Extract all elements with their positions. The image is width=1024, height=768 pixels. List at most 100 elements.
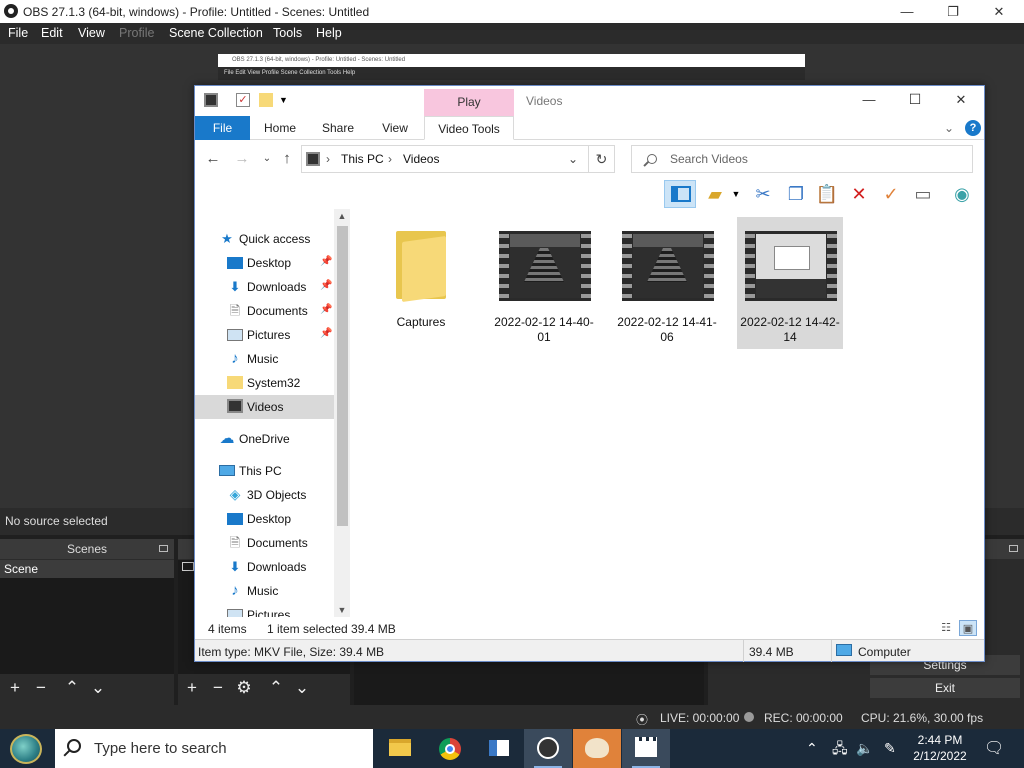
properties-folder-icon[interactable]: ▰: [703, 182, 727, 206]
customize-qat-icon[interactable]: ▼: [279, 93, 293, 107]
taskbar-video-player[interactable]: [622, 729, 670, 768]
move-up-icon[interactable]: ⌃: [266, 678, 286, 698]
minimize-button[interactable]: —: [884, 0, 930, 23]
exit-button[interactable]: Exit: [870, 678, 1020, 698]
large-icons-view-icon[interactable]: ▣: [959, 620, 977, 636]
explorer-close-button[interactable]: ✕: [938, 88, 984, 114]
pin-icon[interactable]: 📌: [320, 280, 332, 291]
nav-this-pc[interactable]: This PC: [195, 459, 334, 483]
address-dropdown-icon[interactable]: ⌄: [568, 152, 578, 166]
cut-icon[interactable]: ✂: [751, 182, 775, 206]
scroll-up-icon[interactable]: ▲: [334, 209, 350, 223]
tab-play[interactable]: Play: [424, 89, 514, 116]
gear-icon[interactable]: ⚙: [234, 678, 254, 698]
taskbar-paint[interactable]: [573, 729, 621, 768]
menu-help[interactable]: Help: [316, 26, 342, 40]
explorer-maximize-button[interactable]: ☐: [892, 88, 938, 114]
move-down-icon[interactable]: ⌄: [292, 678, 312, 698]
pin-icon[interactable]: 📌: [320, 256, 332, 267]
scene-item[interactable]: Scene: [0, 560, 174, 578]
rename-check-icon[interactable]: ✓: [879, 182, 903, 206]
notifications-icon[interactable]: 🗨: [984, 729, 1004, 768]
menu-file[interactable]: File: [8, 26, 28, 40]
taskbar-search-box[interactable]: Type here to search: [55, 729, 373, 768]
nav-music[interactable]: ♪ Music: [195, 347, 334, 371]
move-down-icon[interactable]: ⌄: [88, 678, 108, 698]
preview-pane-icon[interactable]: [664, 180, 696, 208]
add-scene-icon[interactable]: +: [5, 678, 25, 698]
taskbar-app-window[interactable]: [475, 729, 523, 768]
nav-pc-desktop[interactable]: Desktop: [195, 507, 334, 531]
recent-locations-icon[interactable]: ⌄: [258, 150, 276, 168]
file-item-folder[interactable]: Captures: [368, 217, 474, 349]
breadcrumb-videos[interactable]: Videos: [403, 152, 439, 166]
delete-icon[interactable]: ✕: [847, 182, 871, 206]
remove-source-icon[interactable]: −: [208, 678, 228, 698]
properties-dropdown-icon[interactable]: ▼: [730, 182, 742, 206]
menu-view[interactable]: View: [78, 26, 105, 40]
forward-arrow-icon[interactable]: →: [233, 150, 251, 168]
address-bar[interactable]: › This PC › Videos ⌄: [301, 145, 589, 173]
nav-quick-access[interactable]: ★ Quick access: [195, 227, 334, 251]
file-item-video[interactable]: 2022-02-12 14-41-06: [614, 217, 720, 349]
volume-icon[interactable]: 🔈: [856, 729, 873, 768]
show-hidden-icons-icon[interactable]: ⌃: [806, 729, 818, 768]
nav-videos[interactable]: Videos: [195, 395, 334, 419]
menu-scene-collection[interactable]: Scene Collection: [169, 26, 263, 40]
back-arrow-icon[interactable]: ←: [204, 150, 222, 168]
pin-icon[interactable]: 📌: [320, 304, 332, 315]
add-source-icon[interactable]: +: [182, 678, 202, 698]
taskbar-chrome[interactable]: [426, 729, 474, 768]
nav-downloads[interactable]: ⬇ Downloads 📌: [195, 275, 334, 299]
expand-ribbon-icon[interactable]: ⌄: [941, 116, 957, 140]
menu-tools[interactable]: Tools: [273, 26, 302, 40]
file-item-video[interactable]: 2022-02-12 14-40-01: [491, 217, 597, 349]
search-videos-box[interactable]: [631, 145, 973, 173]
copy-icon[interactable]: ❐: [784, 182, 808, 206]
breadcrumb-this-pc[interactable]: This PC: [341, 152, 384, 166]
tab-view[interactable]: View: [373, 116, 417, 140]
move-up-icon[interactable]: ⌃: [62, 678, 82, 698]
scrollbar-thumb[interactable]: [337, 226, 348, 526]
tab-video-tools[interactable]: Video Tools: [424, 116, 514, 140]
help-icon[interactable]: ?: [965, 120, 981, 136]
search-videos-input[interactable]: [670, 151, 960, 167]
undock-icon[interactable]: [1009, 545, 1018, 552]
details-view-icon[interactable]: ☷: [937, 620, 955, 636]
maximize-button[interactable]: ❐: [930, 0, 976, 23]
nav-pc-downloads[interactable]: ⬇ Downloads: [195, 555, 334, 579]
paste-icon[interactable]: 📋: [815, 182, 839, 206]
up-arrow-icon[interactable]: ↑: [278, 150, 296, 168]
nav-pc-pictures[interactable]: Pictures: [195, 603, 334, 617]
menu-edit[interactable]: Edit: [41, 26, 63, 40]
nav-3d-objects[interactable]: ◈ 3D Objects: [195, 483, 334, 507]
taskbar-clock[interactable]: 2:44 PM 2/12/2022: [908, 732, 972, 764]
start-button[interactable]: [6, 733, 46, 765]
scroll-down-icon[interactable]: ▼: [334, 603, 350, 617]
taskbar-file-explorer[interactable]: [376, 729, 424, 768]
nav-pictures[interactable]: Pictures 📌: [195, 323, 334, 347]
file-item-video-selected[interactable]: 2022-02-12 14-42-14: [737, 217, 843, 349]
properties-icon[interactable]: ✓: [236, 93, 250, 107]
menu-profile[interactable]: Profile: [119, 26, 154, 40]
globe-icon[interactable]: ◉: [950, 182, 974, 206]
undock-icon[interactable]: [159, 545, 168, 552]
tab-home[interactable]: Home: [258, 116, 302, 140]
select-icon[interactable]: ▭: [911, 182, 935, 206]
nav-desktop[interactable]: Desktop 📌: [195, 251, 334, 275]
explorer-minimize-button[interactable]: —: [846, 88, 892, 114]
nav-pc-music[interactable]: ♪ Music: [195, 579, 334, 603]
nav-onedrive[interactable]: ☁ OneDrive: [195, 427, 334, 451]
nav-documents[interactable]: 🗎 Documents 📌: [195, 299, 334, 323]
nav-pc-documents[interactable]: 🗎 Documents: [195, 531, 334, 555]
remove-scene-icon[interactable]: −: [31, 678, 51, 698]
new-folder-icon[interactable]: [259, 93, 273, 107]
network-icon[interactable]: 🖧: [832, 729, 848, 768]
pin-icon[interactable]: 📌: [320, 328, 332, 339]
refresh-icon[interactable]: ↻: [589, 145, 615, 173]
close-button[interactable]: ✕: [976, 0, 1022, 23]
nav-scrollbar[interactable]: ▲ ▼: [334, 209, 350, 617]
nav-system32[interactable]: System32: [195, 371, 334, 395]
tab-share[interactable]: Share: [316, 116, 360, 140]
pen-icon[interactable]: ✎: [884, 729, 896, 768]
